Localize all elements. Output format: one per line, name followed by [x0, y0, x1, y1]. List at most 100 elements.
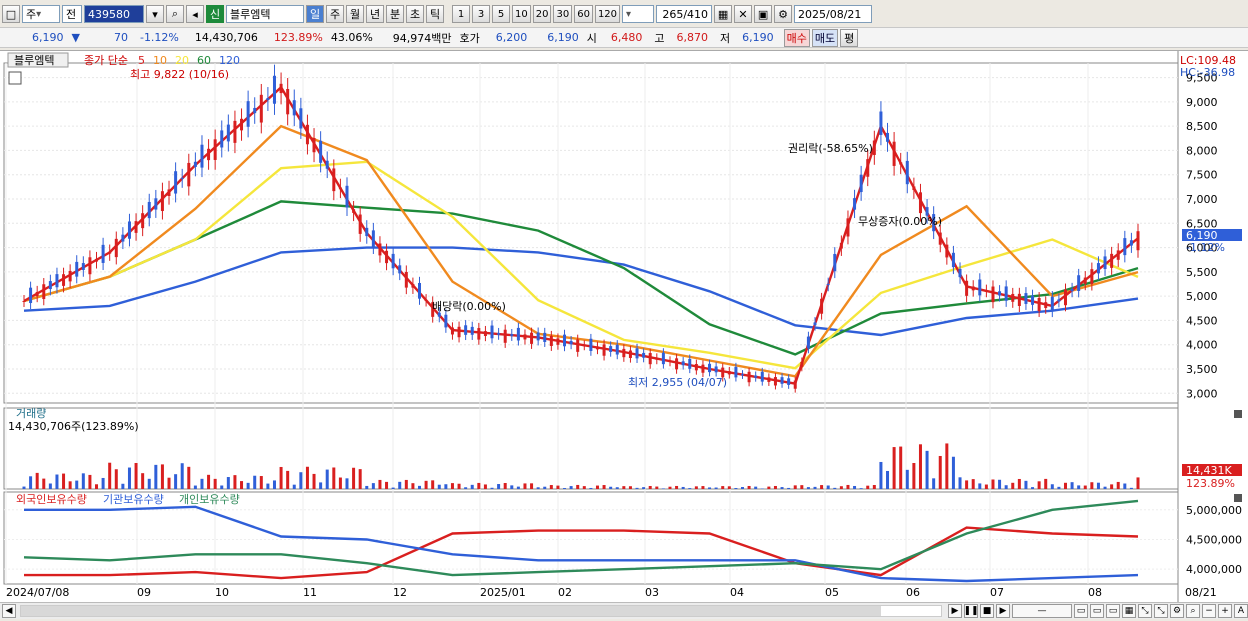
interval-tab-30[interactable]: 30 — [553, 5, 573, 23]
volume-bar — [918, 444, 922, 489]
prev-button[interactable]: 전 — [62, 5, 82, 23]
candle-body — [114, 238, 118, 258]
volume-bar — [286, 470, 290, 489]
candle-body — [319, 140, 323, 163]
candle-body — [299, 108, 303, 129]
candle-body — [240, 118, 244, 131]
play-icon[interactable]: ▶ — [948, 604, 962, 618]
period-tab-일[interactable]: 일 — [306, 5, 324, 23]
plus-icon[interactable]: + — [1218, 604, 1232, 618]
interval-tab-1[interactable]: 1 — [452, 5, 470, 23]
candle-body — [886, 132, 890, 142]
minus-icon[interactable]: − — [1202, 604, 1216, 618]
interval-tab-60[interactable]: 60 — [574, 5, 593, 23]
interval-tab-10[interactable]: 10 — [512, 5, 531, 23]
period-tab-주[interactable]: 주 — [326, 5, 344, 23]
save-icon[interactable]: ▣ — [754, 5, 773, 23]
tool3-icon[interactable]: ▭ — [1106, 604, 1120, 618]
candle-body — [503, 329, 507, 343]
candle-body — [385, 250, 389, 264]
candle-body — [95, 258, 99, 262]
volume-bar — [516, 486, 520, 489]
window-icon[interactable]: □ — [2, 5, 20, 23]
sell-button[interactable]: 매도 — [811, 28, 839, 47]
stock-name-field[interactable]: 블루엠텍 — [226, 5, 304, 23]
volume-bar — [1063, 482, 1067, 489]
tool5-icon[interactable]: ⤡ — [1138, 604, 1152, 618]
eval-button[interactable]: 평 — [840, 28, 859, 47]
interval-tab-5[interactable]: 5 — [492, 5, 510, 23]
zoom-out-icon[interactable]: ⌕ — [1186, 604, 1200, 618]
volume-bar — [767, 486, 771, 489]
scroll-track[interactable] — [20, 605, 942, 617]
count-field[interactable]: 265/410 — [656, 5, 713, 23]
buy-button[interactable]: 매수 — [783, 28, 810, 47]
stop-icon[interactable]: ■ — [980, 604, 994, 618]
scroll-thumb[interactable] — [21, 606, 881, 616]
candle-body — [734, 366, 738, 378]
current-pct-tag: -1.12% — [1186, 241, 1225, 254]
stock-code-input[interactable]: 439580 — [84, 5, 144, 23]
volume-bar — [134, 462, 138, 489]
candle-body — [1057, 299, 1061, 302]
candle-body — [253, 107, 257, 114]
search-icon[interactable]: ⌕ — [166, 5, 184, 23]
price-tick-10: 4,500 — [1186, 314, 1218, 327]
tool1-icon[interactable]: ▭ — [1074, 604, 1088, 618]
volume-bar — [859, 488, 863, 489]
chart-area[interactable]: 9,500 9,000 8,500 8,000 7,500 7,000 6,500 6,000… — [0, 50, 1248, 603]
candle-body — [200, 144, 204, 168]
volume-bar — [42, 478, 46, 489]
period-tab-년[interactable]: 년 — [366, 5, 384, 23]
candle-body — [675, 358, 679, 370]
candle-body — [978, 279, 982, 296]
chart-scrollbar[interactable]: ◀ ▶ ❚❚ ■ ▶ — ▭ ▭ ▭ ▦ ⤡ ⤡ ⚙ ⌕ − + A — [0, 602, 1248, 619]
candle-body — [760, 371, 764, 382]
volume-bar — [167, 477, 171, 489]
tool6-icon[interactable]: ⤡ — [1154, 604, 1168, 618]
pause-icon[interactable]: ❚❚ — [963, 604, 979, 618]
text-tool-icon[interactable]: A — [1234, 604, 1248, 618]
candle-body — [569, 340, 573, 345]
candle-body — [635, 348, 639, 359]
candle-body — [193, 161, 197, 167]
speaker-icon[interactable]: ◂ — [186, 5, 204, 23]
scroll-left-icon[interactable]: ◀ — [2, 604, 16, 618]
tool4-icon[interactable]: ▦ — [1122, 604, 1136, 618]
holder-legend-1: 기관보유수량 — [103, 493, 164, 506]
ma-legend-5: 5 — [138, 54, 145, 67]
candle-body — [984, 290, 988, 292]
grid-icon[interactable]: ▦ — [714, 5, 733, 23]
candle-body — [490, 325, 494, 339]
interval-tab-120[interactable]: 120 — [594, 5, 621, 23]
period-tab-틱[interactable]: 틱 — [426, 5, 444, 23]
volume-bar — [391, 487, 395, 489]
interval-tab-3[interactable]: 3 — [472, 5, 490, 23]
code-dropdown-icon[interactable]: ▾ — [146, 5, 164, 23]
crosshair-icon[interactable]: ✕ — [734, 5, 753, 23]
chart-canvas[interactable]: 9,5009,0008,5008,0007,5007,0006,5006,000… — [0, 51, 1248, 603]
gear-icon[interactable]: ⚙ — [774, 5, 793, 23]
period-tab-월[interactable]: 월 — [346, 5, 364, 23]
candle-body — [411, 283, 415, 288]
volume-bar — [899, 446, 903, 489]
candle-body — [378, 243, 382, 256]
step-icon[interactable]: ▶ — [996, 604, 1010, 618]
holder-tick-1: 4,500,000 — [1186, 533, 1242, 546]
grid-toggle-icon — [8, 71, 22, 85]
candle-body — [523, 334, 527, 340]
interval-tab-20[interactable]: 20 — [532, 5, 552, 23]
volume-bar — [1096, 482, 1100, 489]
candle-body — [859, 174, 863, 193]
date-field[interactable]: 2025/08/21 — [794, 5, 873, 23]
tool7-icon[interactable]: ⚙ — [1170, 604, 1184, 618]
candle-body — [951, 252, 955, 268]
market-select[interactable]: 주 ▾ — [22, 5, 60, 23]
speed-slider[interactable]: — — [1012, 604, 1072, 618]
volume-bar — [292, 484, 296, 489]
period-tab-초[interactable]: 초 — [406, 5, 424, 23]
interval-dropdown[interactable]: ▾ — [622, 5, 655, 23]
tool2-icon[interactable]: ▭ — [1090, 604, 1104, 618]
period-tab-분[interactable]: 분 — [386, 5, 404, 23]
candle-body — [141, 213, 145, 229]
